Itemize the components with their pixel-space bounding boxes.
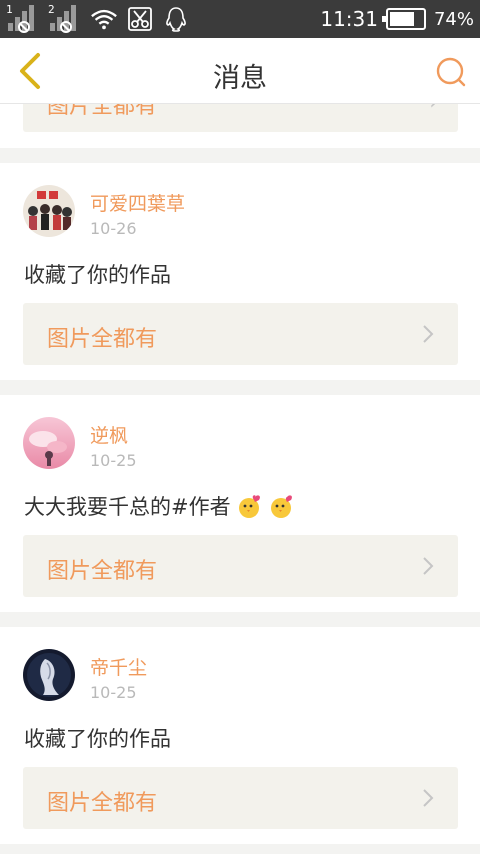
qq-icon: [162, 5, 190, 33]
work-label: 图片全都有: [47, 559, 158, 584]
list-item: 帝千尘 10-25 收藏了你的作品 图片全都有: [0, 627, 480, 844]
signal-icon: 2: [48, 3, 82, 33]
user-name[interactable]: 逆枫: [90, 421, 128, 448]
message-text-content: 收藏了你的作品: [24, 263, 171, 287]
scissors-icon: [126, 5, 154, 33]
work-link[interactable]: 图片全都有: [23, 535, 458, 597]
chick-emoji-icon: [269, 493, 295, 519]
search-icon: [436, 57, 466, 87]
status-bar: 1 2 11:31 74%: [0, 0, 480, 38]
search-button[interactable]: [432, 53, 470, 91]
chevron-right-icon: ›: [429, 104, 438, 115]
work-label: 图片全都有: [47, 327, 158, 352]
message-text: 收藏了你的作品: [24, 259, 171, 289]
wifi-icon: [90, 5, 118, 33]
work-label: 图片全都有: [47, 104, 158, 119]
clock: 11:31: [320, 7, 378, 31]
status-icons-left: 1 2: [6, 3, 190, 34]
battery-percent: 74%: [433, 8, 474, 30]
work-label: 图片全都有: [47, 791, 158, 816]
page-title: 消息: [213, 63, 267, 94]
list-item: 逆枫 10-25 大大我要千总的#作者 图片全都有: [0, 395, 480, 612]
header-bar: 消息: [0, 38, 480, 104]
work-link[interactable]: 图片全都有: [23, 767, 458, 829]
work-link[interactable]: 图片全都有 ›: [23, 104, 458, 132]
avatar[interactable]: [23, 649, 75, 701]
message-text: 大大我要千总的#作者: [24, 491, 295, 521]
message-date: 10-25: [90, 683, 137, 702]
chevron-right-icon: [418, 553, 438, 579]
message-text-content: 大大我要千总的#作者: [24, 495, 231, 519]
message-date: 10-25: [90, 451, 137, 470]
sim2-label: 2: [48, 3, 55, 16]
chick-emoji-icon: [237, 493, 263, 519]
avatar[interactable]: [23, 185, 75, 237]
message-list[interactable]: 图片全都有 › 可爱四葉草 10-26 收藏了你的作品: [0, 104, 480, 854]
list-item: 可爱四葉草 10-26 收藏了你的作品 图片全都有: [0, 163, 480, 380]
avatar[interactable]: [23, 417, 75, 469]
battery-icon: [381, 8, 426, 30]
work-link[interactable]: 图片全都有: [23, 303, 458, 365]
list-item: 图片全都有 ›: [0, 104, 480, 148]
signal-icon: 1: [6, 3, 40, 33]
message-text-content: 收藏了你的作品: [24, 727, 171, 751]
user-name[interactable]: 可爱四葉草: [90, 189, 185, 216]
message-text: 收藏了你的作品: [24, 723, 171, 753]
chevron-right-icon: [418, 785, 438, 811]
message-date: 10-26: [90, 219, 137, 238]
status-icons-right: 11:31 74%: [320, 0, 474, 38]
chevron-right-icon: [418, 321, 438, 347]
user-name[interactable]: 帝千尘: [90, 653, 147, 680]
sim1-label: 1: [6, 3, 13, 16]
